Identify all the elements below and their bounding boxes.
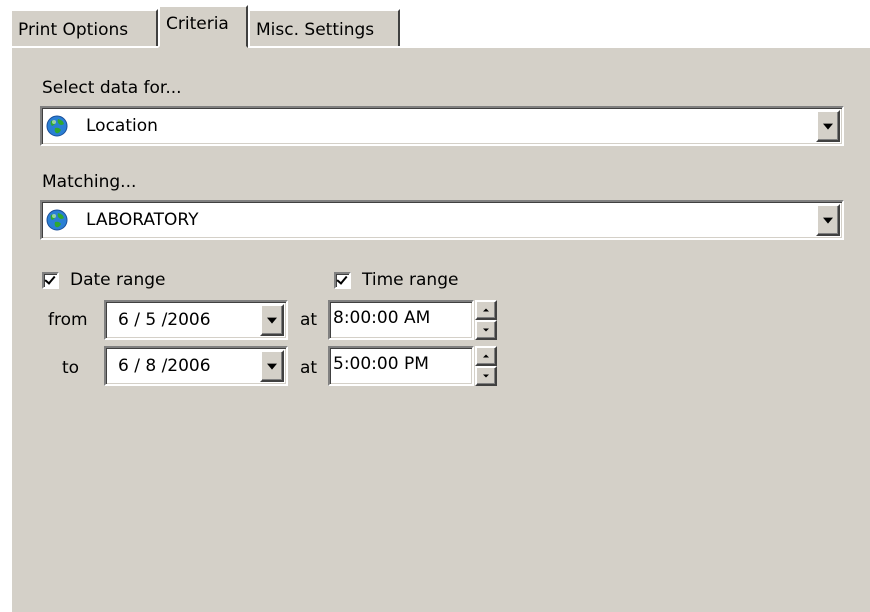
to-time-value: 5:00:00 PM (333, 354, 429, 374)
to-date-picker[interactable]: 6 / 8 /2006 (104, 346, 288, 386)
select-data-value: Location (86, 116, 158, 136)
arrow-down-icon (483, 374, 489, 378)
time-range-checkbox[interactable] (334, 272, 351, 289)
from-time-spin-down[interactable] (475, 320, 497, 340)
arrow-up-icon (483, 354, 489, 358)
to-time-spin-up[interactable] (475, 346, 497, 366)
from-time-spin-up[interactable] (475, 300, 497, 320)
checkmark-icon (336, 273, 348, 285)
arrow-down-icon (483, 328, 489, 332)
from-date-picker[interactable]: 6 / 5 /2006 (104, 300, 288, 340)
to-label: to (62, 358, 80, 378)
to-time-input[interactable]: 5:00:00 PM (328, 346, 474, 386)
select-data-combobox[interactable]: Location (40, 106, 844, 146)
tab-label: Print Options (18, 20, 129, 40)
matching-dropdown-button[interactable] (816, 204, 840, 236)
arrow-up-icon (483, 308, 489, 312)
to-time-spin-down[interactable] (475, 366, 497, 386)
from-time-input[interactable]: 8:00:00 AM (328, 300, 474, 340)
criteria-panel: Select data for... Location Matching... … (10, 46, 870, 612)
matching-value: LABORATORY (86, 210, 199, 230)
time-range-label[interactable]: Time range (362, 270, 458, 290)
chevron-down-icon (823, 123, 833, 130)
chevron-down-icon (823, 217, 833, 224)
checkmark-icon (44, 273, 56, 285)
tab-criteria[interactable]: Criteria (158, 5, 248, 48)
from-at-label: at (300, 310, 318, 330)
matching-combobox[interactable]: LABORATORY (40, 200, 844, 240)
from-date-value: 6 / 5 /2006 (118, 310, 211, 330)
date-range-checkbox[interactable] (42, 272, 59, 289)
select-data-label: Select data for... (42, 78, 182, 98)
globe-icon (46, 209, 68, 231)
chevron-down-icon (267, 363, 277, 370)
globe-icon (46, 115, 68, 137)
tab-label: Criteria (166, 14, 229, 34)
select-data-dropdown-button[interactable] (816, 110, 840, 142)
to-date-dropdown-button[interactable] (260, 350, 284, 382)
to-date-value: 6 / 8 /2006 (118, 356, 211, 376)
from-label: from (48, 310, 88, 330)
to-at-label: at (300, 358, 318, 378)
tab-print-options[interactable]: Print Options (10, 9, 158, 47)
from-date-dropdown-button[interactable] (260, 304, 284, 336)
chevron-down-icon (267, 317, 277, 324)
from-time-value: 8:00:00 AM (333, 308, 431, 328)
tab-label: Misc. Settings (256, 20, 375, 40)
tab-misc-settings[interactable]: Misc. Settings (248, 9, 400, 47)
date-range-label[interactable]: Date range (70, 270, 165, 290)
matching-label: Matching... (42, 172, 137, 192)
